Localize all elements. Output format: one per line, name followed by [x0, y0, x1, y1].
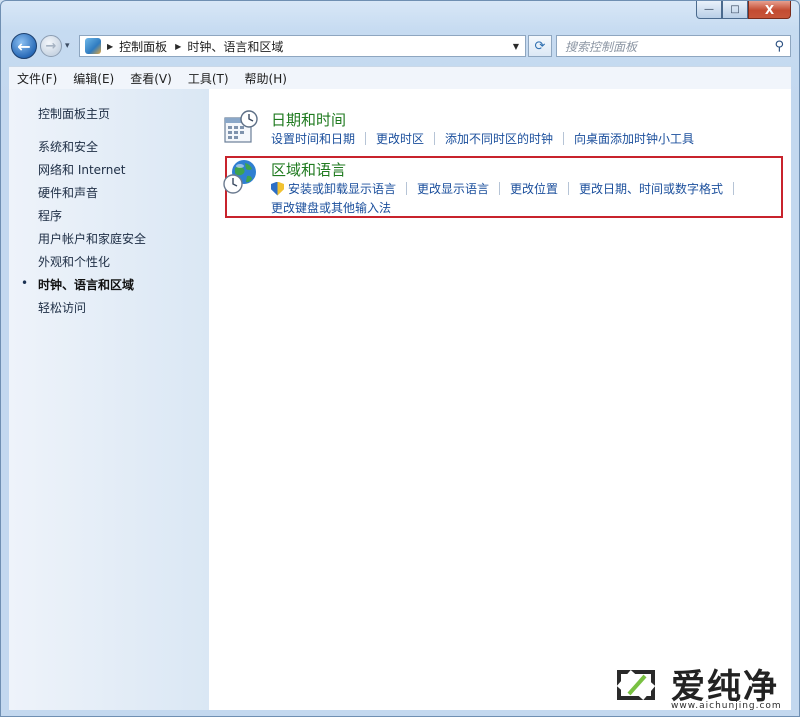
active-item-bullet: • [21, 276, 29, 290]
link-install-display-language[interactable]: 安装或卸载显示语言 [288, 180, 396, 197]
link-change-display-language[interactable]: 更改显示语言 [417, 180, 489, 197]
sidebar: 控制面板主页 系统和安全 网络和 Internet 硬件和声音 程序 用户帐户和… [9, 89, 209, 710]
link-change-timezone[interactable]: 更改时区 [376, 130, 424, 147]
menu-tools[interactable]: 工具(T) [180, 70, 237, 87]
sidebar-item-ease-of-access[interactable]: 轻松访问 [38, 299, 86, 316]
search-icon[interactable]: ⚲ [774, 39, 784, 54]
main-content: 日期和时间 设置时间和日期 更改时区 添加不同时区的时钟 向桌面添加时钟小工具 … [209, 89, 791, 710]
sidebar-item-home[interactable]: 控制面板主页 [38, 105, 110, 122]
watermark-logo-icon [616, 670, 656, 700]
menu-help[interactable]: 帮助(H) [237, 70, 295, 87]
category-title-region-language[interactable]: 区域和语言 [271, 159, 346, 180]
link-set-time-date[interactable]: 设置时间和日期 [271, 130, 355, 147]
caption-buttons: — □ X [696, 1, 791, 19]
category-links-region-language: 安装或卸载显示语言 更改显示语言 更改位置 更改日期、时间或数字格式 [271, 180, 744, 197]
search-placeholder: 搜索控制面板 [565, 39, 638, 54]
link-divider [434, 132, 436, 145]
watermark-url: www.aichunjing.com [671, 701, 782, 711]
sidebar-item-user-accounts[interactable]: 用户帐户和家庭安全 [38, 230, 146, 247]
menu-edit[interactable]: 编辑(E) [65, 70, 122, 87]
category-region-language: 区域和语言 安装或卸载显示语言 更改显示语言 更改位置 更改日期、时间或数字格式… [223, 159, 783, 215]
maximize-button[interactable]: □ [722, 1, 748, 19]
link-change-keyboard-input[interactable]: 更改键盘或其他输入法 [271, 201, 391, 215]
sidebar-item-network[interactable]: 网络和 Internet [38, 161, 125, 178]
sidebar-item-hardware-sound[interactable]: 硬件和声音 [38, 184, 98, 201]
link-divider [365, 132, 367, 145]
navigation-bar: ← → ▾ ▶ 控制面板 ▶ 时钟、语言和区域 ▼ ⟳ 搜索控制面板 ⚲ [9, 31, 791, 61]
link-divider [563, 132, 565, 145]
address-dropdown-icon[interactable]: ▼ [513, 42, 519, 51]
uac-shield-icon [271, 181, 284, 196]
forward-button[interactable]: → [40, 35, 62, 57]
category-links-row2: 更改键盘或其他输入法 [271, 199, 391, 216]
menu-view[interactable]: 查看(V) [122, 70, 180, 87]
link-divider [733, 182, 735, 195]
back-button[interactable]: ← [11, 33, 37, 59]
refresh-button[interactable]: ⟳ [528, 35, 552, 57]
menu-bar: 文件(F) 编辑(E) 查看(V) 工具(T) 帮助(H) [9, 66, 791, 90]
watermark: 爱纯净 www.aichunjing.com [613, 661, 793, 711]
calendar-clock-icon [224, 110, 258, 143]
sidebar-item-programs[interactable]: 程序 [38, 207, 62, 224]
category-links-date-time: 设置时间和日期 更改时区 添加不同时区的时钟 向桌面添加时钟小工具 [271, 130, 694, 147]
breadcrumb-chevron-icon[interactable]: ▶ [175, 42, 181, 51]
sidebar-item-clock-language-region[interactable]: 时钟、语言和区域 [38, 276, 134, 293]
breadcrumb-chevron-icon[interactable]: ▶ [107, 42, 113, 51]
globe-clock-icon [223, 160, 256, 194]
minimize-button[interactable]: — [696, 1, 722, 19]
search-input[interactable]: 搜索控制面板 ⚲ [556, 35, 791, 57]
link-divider [568, 182, 570, 195]
link-change-location[interactable]: 更改位置 [510, 180, 558, 197]
link-divider [406, 182, 408, 195]
breadcrumb-control-panel[interactable]: 控制面板 [119, 38, 167, 55]
link-change-date-time-number-format[interactable]: 更改日期、时间或数字格式 [579, 180, 723, 197]
control-panel-window: — □ X ← → ▾ ▶ 控制面板 ▶ 时钟、语言和区域 ▼ ⟳ 搜索控制面板… [0, 0, 800, 717]
recent-pages-dropdown[interactable]: ▾ [65, 41, 70, 51]
sidebar-item-appearance[interactable]: 外观和个性化 [38, 253, 110, 270]
sidebar-item-system-security[interactable]: 系统和安全 [38, 138, 98, 155]
refresh-icon: ⟳ [534, 38, 546, 54]
menu-file[interactable]: 文件(F) [9, 70, 65, 87]
link-divider [499, 182, 501, 195]
category-title-date-time[interactable]: 日期和时间 [271, 109, 346, 130]
control-panel-icon [85, 38, 101, 54]
link-add-clocks[interactable]: 添加不同时区的时钟 [445, 130, 553, 147]
category-date-time: 日期和时间 设置时间和日期 更改时区 添加不同时区的时钟 向桌面添加时钟小工具 [223, 109, 783, 149]
close-button[interactable]: X [748, 1, 791, 19]
link-add-clock-gadget[interactable]: 向桌面添加时钟小工具 [574, 130, 694, 147]
address-bar[interactable]: ▶ 控制面板 ▶ 时钟、语言和区域 ▼ [79, 35, 526, 57]
breadcrumb-clock-language-region[interactable]: 时钟、语言和区域 [187, 38, 283, 55]
